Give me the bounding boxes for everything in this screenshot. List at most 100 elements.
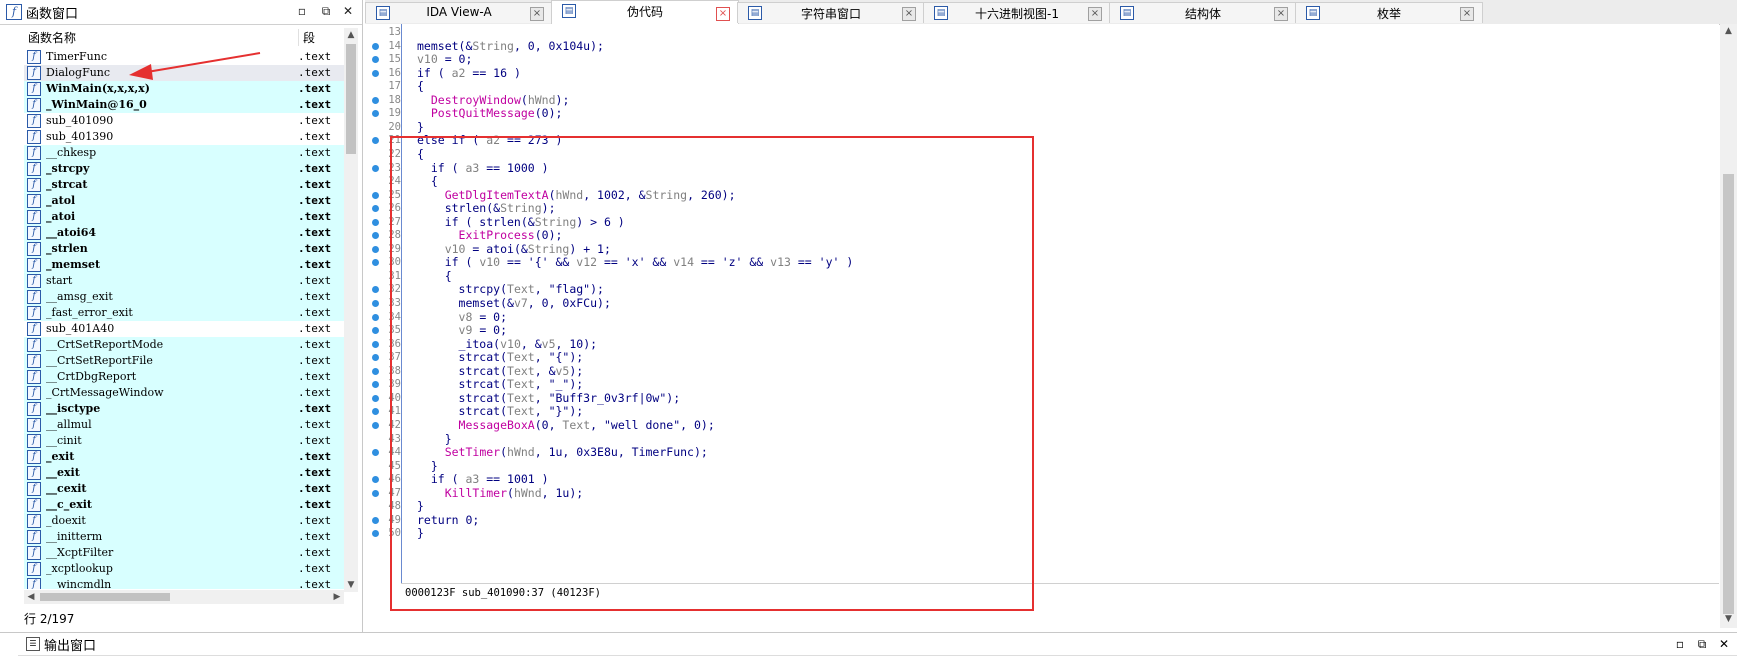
breakpoint-dot-icon[interactable] (372, 300, 379, 307)
function-row[interactable]: f _xcptlookup .text (24, 561, 344, 577)
breakpoint-dot-icon[interactable] (372, 164, 379, 172)
function-row[interactable]: f __CrtSetReportFile .text (24, 353, 344, 369)
function-row[interactable]: f __CrtDbgReport .text (24, 369, 344, 385)
tab-close-icon[interactable]: × (716, 7, 730, 21)
scrollbar-thumb[interactable] (346, 44, 356, 154)
column-header-function-name[interactable]: 函数名称 (28, 29, 76, 46)
breakpoint-dot-icon[interactable] (372, 137, 379, 145)
breakpoint-dot-icon[interactable] (372, 530, 379, 538)
float-icon[interactable]: ⧉ (318, 3, 334, 19)
scroll-down-icon[interactable]: ▼ (1720, 612, 1737, 626)
function-row[interactable]: f __atoi64 .text (24, 225, 344, 241)
function-row[interactable]: f __isctype .text (24, 401, 344, 417)
scroll-left-icon[interactable]: ◀ (24, 590, 38, 604)
tab-pseudocode[interactable]: ▤ 伪代码 × (551, 0, 739, 25)
function-row[interactable]: f sub_401A40 .text (24, 321, 344, 337)
tab-close-icon[interactable]: × (1460, 7, 1474, 21)
column-header-segment[interactable]: 段 (298, 29, 315, 46)
breakpoint-dot-icon[interactable] (372, 218, 379, 226)
close-icon[interactable]: ✕ (340, 3, 356, 19)
pseudocode-vertical-scrollbar[interactable]: ▲ ▼ (1720, 24, 1737, 628)
breakpoint-dot-icon[interactable] (372, 516, 379, 524)
function-row[interactable]: f __CrtSetReportMode .text (24, 337, 344, 353)
tab-structures[interactable]: ▤ 结构体 × (1109, 2, 1297, 23)
tab-close-icon[interactable]: × (530, 7, 544, 21)
function-segment: .text (298, 562, 332, 575)
breakpoint-dot-icon[interactable] (372, 42, 379, 50)
function-segment: .text (298, 578, 332, 589)
code-line[interactable]: PostQuitMessage(0); (417, 106, 563, 121)
scroll-right-icon[interactable]: ▶ (330, 590, 344, 604)
function-row[interactable]: f _doexit .text (24, 513, 344, 529)
tab-close-icon[interactable]: × (1274, 7, 1288, 21)
tab-close-icon[interactable]: × (902, 7, 916, 21)
breakpoint-dot-icon[interactable] (372, 408, 379, 416)
breakpoint-dot-icon[interactable] (372, 381, 379, 389)
breakpoint-dot-icon[interactable] (372, 286, 379, 294)
function-icon: f (27, 498, 41, 512)
scroll-down-icon[interactable]: ▼ (344, 578, 358, 592)
function-row[interactable]: f __wincmdln .text (24, 577, 344, 589)
function-row[interactable]: f start .text (24, 273, 344, 289)
breakpoint-dot-icon[interactable] (372, 489, 379, 497)
breakpoint-dot-icon[interactable] (372, 110, 379, 118)
breakpoint-dot-icon[interactable] (372, 367, 379, 375)
tab-ida-view[interactable]: ▤ IDA View-A × (365, 2, 553, 23)
function-row[interactable]: f sub_401390 .text (24, 129, 344, 145)
breakpoint-dot-icon[interactable] (372, 96, 379, 104)
function-row[interactable]: f __c_exit .text (24, 497, 344, 513)
breakpoint-dot-icon[interactable] (372, 245, 379, 253)
breakpoint-dot-icon[interactable] (372, 394, 379, 402)
scroll-up-icon[interactable]: ▲ (1720, 24, 1737, 38)
function-row[interactable]: f _atoi .text (24, 209, 344, 225)
functions-horizontal-scrollbar[interactable]: ◀ ▶ (24, 590, 344, 604)
function-row[interactable]: f _strlen .text (24, 241, 344, 257)
breakpoint-dot-icon[interactable] (372, 191, 379, 199)
function-row[interactable]: f _atol .text (24, 193, 344, 209)
breakpoint-dot-icon[interactable] (372, 340, 379, 348)
function-row[interactable]: f _CrtMessageWindow .text (24, 385, 344, 401)
function-row[interactable]: f __cinit .text (24, 433, 344, 449)
scrollbar-thumb[interactable] (1723, 174, 1734, 614)
scroll-up-icon[interactable]: ▲ (344, 28, 358, 42)
function-row[interactable]: f __exit .text (24, 465, 344, 481)
function-row[interactable]: f __amsg_exit .text (24, 289, 344, 305)
breakpoint-dot-icon[interactable] (372, 476, 379, 484)
functions-vertical-scrollbar[interactable]: ▲ ▼ (344, 28, 358, 592)
breakpoint-dot-icon[interactable] (372, 421, 379, 429)
close-icon[interactable]: ✕ (1716, 636, 1732, 652)
function-row[interactable]: f _strcat .text (24, 177, 344, 193)
function-row[interactable]: f __initterm .text (24, 529, 344, 545)
float-icon[interactable]: ⧉ (1694, 636, 1710, 652)
breakpoint-dot-icon[interactable] (372, 232, 379, 240)
tab-enums[interactable]: ▤ 枚举 × (1295, 2, 1483, 23)
function-row[interactable]: f _memset .text (24, 257, 344, 273)
breakpoint-dot-icon[interactable] (372, 205, 379, 213)
function-row[interactable]: f _exit .text (24, 449, 344, 465)
breakpoint-dot-icon[interactable] (372, 313, 379, 321)
tab-hex-view[interactable]: ▤ 十六进制视图-1 × (923, 2, 1111, 23)
tab-close-icon[interactable]: × (1088, 7, 1102, 21)
function-row[interactable]: f _WinMain@16_0 .text (24, 97, 344, 113)
function-row[interactable]: f sub_401090 .text (24, 113, 344, 129)
breakpoint-dot-icon[interactable] (372, 69, 379, 77)
breakpoint-dot-icon[interactable] (372, 259, 379, 267)
breakpoint-dot-icon[interactable] (372, 56, 379, 64)
breakpoint-dot-icon[interactable] (372, 354, 379, 362)
function-segment: .text (298, 258, 332, 271)
breakpoint-dot-icon[interactable] (372, 449, 379, 457)
function-row[interactable]: f __allmul .text (24, 417, 344, 433)
tab-strings[interactable]: ▤ 字符串窗口 × (737, 2, 925, 23)
restore-icon[interactable]: ▫ (294, 3, 310, 19)
restore-icon[interactable]: ▫ (1672, 636, 1688, 652)
breakpoint-dot-icon[interactable] (372, 327, 379, 335)
scrollbar-thumb[interactable] (40, 593, 170, 601)
function-row[interactable]: f __chkesp .text (24, 145, 344, 161)
function-row[interactable]: f _fast_error_exit .text (24, 305, 344, 321)
annotation-highlight-box (390, 136, 1034, 611)
function-row[interactable]: f __XcptFilter .text (24, 545, 344, 561)
function-row[interactable]: f _strcpy .text (24, 161, 344, 177)
function-row[interactable]: f __cexit .text (24, 481, 344, 497)
code-line[interactable]: if ( a2 == 16 ) (417, 66, 521, 81)
function-icon: f (27, 402, 41, 416)
